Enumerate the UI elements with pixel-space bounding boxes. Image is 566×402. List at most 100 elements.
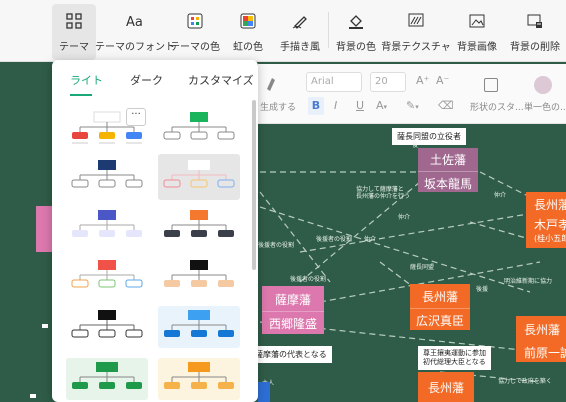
node-choshu-maebara-domain: 長州藩: [524, 322, 561, 337]
background-texture-button[interactable]: 背景テクスチャ: [381, 4, 451, 60]
paint-bucket-icon: [345, 10, 367, 32]
connector-text-satcho: 薩長同盟: [410, 264, 435, 271]
label-fragment-left: [42, 324, 48, 328]
theme-thumbnail[interactable]: [158, 108, 240, 150]
theme-thumbnail[interactable]: [66, 358, 148, 400]
hand-drawn-button[interactable]: 手描き風: [276, 4, 324, 60]
node-choshu-kido[interactable]: 長州藩 木戸孝 (桂小五郎): [526, 192, 566, 248]
background-image-label: 背景画像: [457, 42, 497, 53]
more-options-button[interactable]: ···: [126, 108, 146, 126]
node-satsuma-person: 西郷隆盛: [268, 317, 317, 331]
label-satcho-alliance-key: 薩長同盟の立役者: [392, 128, 466, 145]
node-satsuma-domain: 薩摩藩: [262, 288, 324, 312]
bold-icon[interactable]: B: [308, 97, 324, 115]
background-image-button[interactable]: 背景画像: [454, 4, 500, 60]
single-color-label[interactable]: 単一色の...: [524, 100, 566, 113]
palette-icon: [184, 10, 206, 32]
rainbow-color-label: 虹の色: [233, 42, 263, 53]
node-choshu-maebara[interactable]: 長州藩 前原一誠: [516, 316, 566, 362]
italic-icon[interactable]: I: [334, 99, 337, 112]
connector-text-government: 協力して政府を築く: [498, 378, 552, 385]
theme-thumbnail[interactable]: [66, 256, 148, 298]
node-choshu-bottom[interactable]: 長州藩: [418, 372, 474, 402]
increase-font-icon[interactable]: A⁺: [416, 74, 429, 87]
theme-font-label: テーマのフォント: [95, 42, 175, 53]
hand-drawn-label: 手描き風: [280, 42, 320, 53]
text-color-icon[interactable]: A▾: [376, 99, 387, 112]
clear-format-icon[interactable]: ⌫: [438, 99, 454, 112]
rainbow-color-button[interactable]: 虹の色: [226, 4, 270, 60]
node-partial-bottom[interactable]: [258, 382, 270, 402]
toolbar-divider: [328, 12, 329, 48]
background-texture-label: 背景テクスチャ: [381, 42, 451, 53]
decrease-font-icon[interactable]: A⁻: [436, 74, 449, 87]
theme-color-label: テーマの色: [170, 42, 220, 53]
font-family-select[interactable]: Arial: [306, 72, 362, 92]
theme-thumbnail[interactable]: [158, 206, 240, 248]
underline-icon[interactable]: U: [356, 99, 364, 112]
node-choshu-kido-person: 木戸孝: [534, 218, 566, 232]
theme-thumbnail[interactable]: [66, 156, 148, 198]
tab-dark[interactable]: ダーク: [130, 72, 163, 88]
connector-text-patron-3: 後援者の役割: [290, 276, 327, 283]
node-choshu-maebara-person: 前原一誠: [524, 345, 566, 360]
texture-icon: [405, 10, 427, 32]
active-tab-indicator: [70, 94, 92, 96]
node-choshu-hirosawa-person: 広沢真臣: [415, 314, 464, 328]
shape-style-icon[interactable]: [484, 78, 498, 92]
connector-text-patron-2: 後援者の役割: [316, 236, 353, 243]
connector-text-patron-1: 後援者の役割: [258, 242, 295, 249]
node-satsuma[interactable]: 薩摩藩 西郷隆盛: [262, 286, 324, 334]
shape-style-label[interactable]: 形状のスタ...: [470, 100, 524, 113]
connector-text-mediation-2: 仲介: [364, 236, 377, 243]
label-first-prime-minister: 尊王攘夷運動に参加 初代総理大臣となる: [418, 346, 491, 370]
font-icon: Aa: [124, 10, 146, 32]
label-fragment-bottom-left: [30, 394, 36, 398]
panel-scrollbar[interactable]: [252, 100, 256, 270]
label-satsuma-representative: 薩摩藩の代表となる: [250, 346, 332, 363]
background-color-label: 背景の色: [336, 42, 376, 53]
delete-background-icon: [524, 10, 546, 32]
theme-thumbnail-selected[interactable]: [158, 154, 240, 200]
generate-label[interactable]: 生成する: [260, 100, 296, 113]
node-tosa[interactable]: 土佐藩 坂本龍馬: [418, 148, 478, 192]
node-choshu-kido-alias: (桂小五郎): [534, 234, 566, 243]
node-choshu-hirosawa[interactable]: 長州藩 広沢真臣: [410, 284, 470, 330]
theme-thumbnail[interactable]: [158, 306, 240, 348]
tab-customize[interactable]: カスタマイズ: [188, 72, 254, 88]
highlight-icon[interactable]: ✎▾: [406, 99, 419, 112]
theme-color-button[interactable]: テーマの色: [170, 4, 220, 60]
node-choshu-hirosawa-domain: 長州藩: [410, 285, 470, 309]
theme-thumbnail[interactable]: [66, 206, 148, 248]
font-size-select[interactable]: 20: [370, 72, 406, 92]
theme-tabs: ライト ダーク カスタマイズ: [52, 72, 258, 94]
remove-background-label: 背景の削除: [510, 42, 560, 53]
node-tosa-person: 坂本龍馬: [423, 177, 472, 191]
ai-generate-icon: [264, 76, 280, 96]
tab-light[interactable]: ライト: [70, 72, 103, 88]
pen-icon: [289, 10, 311, 32]
node-choshu-kido-domain: 長州藩: [534, 198, 566, 212]
connector-text-meiji: 明治維新期に協力: [504, 278, 553, 285]
theme-thumbnail[interactable]: [66, 306, 148, 348]
theme-thumbnail[interactable]: [158, 358, 240, 400]
single-color-icon[interactable]: [534, 76, 552, 94]
node-choshu-bottom-domain: 長州藩: [427, 380, 464, 395]
theme-button[interactable]: テーマ: [52, 4, 96, 60]
node-tosa-domain: 土佐藩: [418, 148, 478, 172]
remove-background-button[interactable]: 背景の削除: [508, 4, 562, 60]
rainbow-icon: [237, 10, 259, 32]
connector-text-mediation-3: 仲介: [398, 214, 411, 221]
top-toolbar: テーマ Aa テーマのフォント テーマの色 虹の色 手描き風 背景の色 背景テク…: [0, 0, 566, 62]
theme-thumbnail[interactable]: [158, 256, 240, 298]
connector-text-mediation-1: 仲介: [494, 192, 507, 199]
theme-dropdown-panel: ライト ダーク カスタマイズ ···: [52, 60, 258, 402]
format-bar: 生成する Arial 20 A⁺ A⁻ B I U A▾ ✎▾ ⌫ 形状のスタ.…: [258, 64, 566, 124]
grid-icon: [63, 10, 85, 32]
connector-text-patron-4: 後援: [476, 286, 489, 293]
theme-label: テーマ: [59, 42, 89, 53]
theme-font-button[interactable]: Aa テーマのフォント: [95, 4, 175, 60]
connector-text-mediate-together: 協力して薩摩藩と 長州藩の仲介を行う: [356, 186, 411, 200]
background-color-button[interactable]: 背景の色: [334, 4, 378, 60]
svg-text:Aa: Aa: [126, 15, 143, 29]
